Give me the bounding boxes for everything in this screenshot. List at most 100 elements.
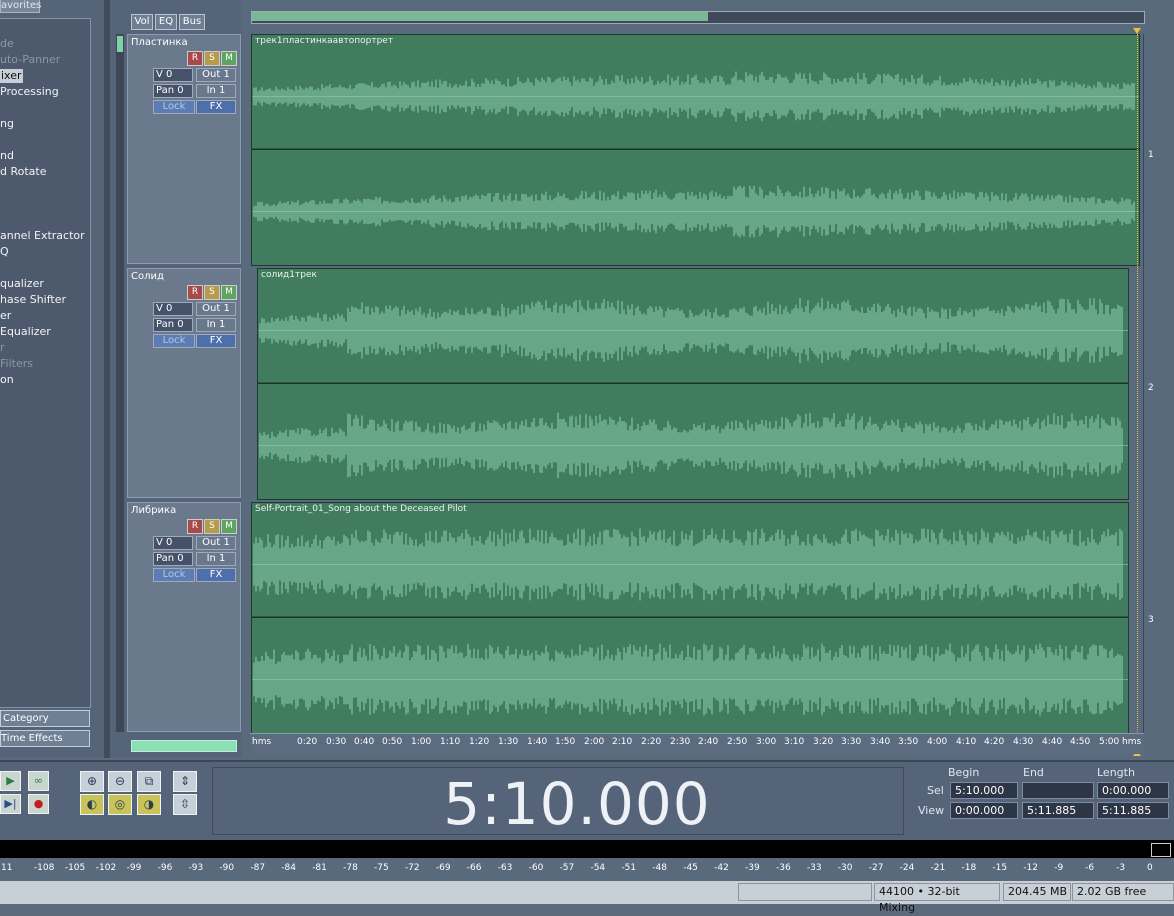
ruler-tick-label: 2:00 bbox=[584, 737, 605, 747]
effect-item[interactable]: ng bbox=[0, 117, 14, 131]
effect-item[interactable]: on bbox=[0, 373, 14, 387]
input-selector[interactable]: In 1 bbox=[196, 84, 236, 98]
record-arm-button[interactable]: R bbox=[187, 51, 203, 66]
audio-clip[interactable]: солид1трек bbox=[257, 268, 1129, 500]
skip-end-icon[interactable]: ▶| bbox=[0, 794, 21, 814]
track-number: 3 bbox=[1148, 615, 1154, 625]
zoom-in-vertical-icon[interactable]: ⇕ bbox=[173, 771, 197, 792]
sel-begin-field[interactable]: 5:10.000 bbox=[950, 782, 1018, 799]
waveform-channel bbox=[252, 643, 1128, 716]
zoom-selection-icon[interactable]: ◎ bbox=[108, 794, 132, 815]
zoom-left-icon[interactable]: ◐ bbox=[80, 794, 104, 815]
tab-bus[interactable]: Bus bbox=[179, 14, 205, 30]
ruler-tick-label: hms bbox=[252, 737, 272, 747]
effect-item[interactable]: Filters bbox=[0, 357, 33, 371]
effect-item[interactable]: d Rotate bbox=[0, 165, 47, 179]
zoom-out-vertical-icon[interactable]: ⇳ bbox=[173, 794, 197, 815]
clip-title: Self-Portrait_01_Song about the Deceased… bbox=[255, 504, 467, 514]
input-selector[interactable]: In 1 bbox=[196, 552, 236, 566]
effect-item[interactable]: hase Shifter bbox=[0, 293, 66, 307]
pan-control[interactable]: Pan 0 bbox=[153, 84, 193, 98]
ruler-tick-label: 5:00 bbox=[1099, 737, 1120, 747]
zoom-right-icon[interactable]: ◑ bbox=[137, 794, 161, 815]
effects-list[interactable]: de uto-Panner ixer Processing ng nd d Rotate an… bbox=[0, 18, 91, 708]
view-end-field[interactable]: 5:11.885 bbox=[1022, 802, 1094, 819]
fx-button[interactable]: FX bbox=[196, 100, 236, 114]
meter-tick-label: -87 bbox=[250, 863, 266, 873]
tab-vol[interactable]: Vol bbox=[131, 14, 153, 30]
effect-item[interactable]: Processing bbox=[0, 85, 59, 99]
solo-button[interactable]: S bbox=[204, 51, 220, 66]
mute-button[interactable]: M bbox=[221, 51, 237, 66]
meter-tick-label: -6 bbox=[1085, 863, 1095, 873]
peak-indicator[interactable] bbox=[1151, 843, 1171, 857]
lock-button[interactable]: Lock bbox=[153, 100, 195, 114]
zoom-out-icon[interactable]: ⊖ bbox=[108, 771, 132, 792]
view-label: View bbox=[918, 804, 945, 817]
sel-label: Sel bbox=[927, 784, 944, 797]
track-name[interactable]: Солид bbox=[131, 271, 164, 282]
zoom-full-icon[interactable]: ⧉ bbox=[137, 771, 161, 792]
track-scroll-thumb[interactable] bbox=[117, 36, 123, 52]
overview-visible-range[interactable] bbox=[252, 12, 708, 21]
ruler-tick-label: 0:40 bbox=[354, 737, 375, 747]
effect-item[interactable]: r bbox=[0, 341, 5, 355]
volume-control[interactable]: V 0 bbox=[153, 302, 193, 316]
fx-button[interactable]: FX bbox=[196, 334, 236, 348]
ruler-tick-label: 3:10 bbox=[784, 737, 805, 747]
effect-item[interactable]: Equalizer bbox=[0, 325, 51, 339]
view-begin-field[interactable]: 0:00.000 bbox=[950, 802, 1018, 819]
solo-button[interactable]: S bbox=[204, 285, 220, 300]
effect-item[interactable]: uto-Panner bbox=[0, 53, 60, 67]
zoom-in-icon[interactable]: ⊕ bbox=[80, 771, 104, 792]
input-selector[interactable]: In 1 bbox=[196, 318, 236, 332]
audio-clip[interactable]: трек1пластинкаавтопортрет bbox=[251, 34, 1140, 266]
favorites-tab[interactable]: avorites bbox=[0, 0, 41, 13]
ruler-tick-label: 1:50 bbox=[555, 737, 576, 747]
solo-button[interactable]: S bbox=[204, 519, 220, 534]
tab-eq[interactable]: EQ bbox=[155, 14, 177, 30]
playhead-marker-top[interactable] bbox=[1133, 28, 1141, 34]
status-blank-cell bbox=[738, 883, 872, 901]
sel-end-field[interactable] bbox=[1022, 782, 1094, 799]
track-scroll-strip[interactable] bbox=[116, 34, 124, 732]
effect-item[interactable]: ixer bbox=[0, 69, 23, 83]
output-selector[interactable]: Out 1 bbox=[196, 536, 236, 550]
meter-tick-label: -24 bbox=[899, 863, 915, 873]
effect-item[interactable]: qualizer bbox=[0, 277, 44, 291]
audio-clip[interactable]: Self-Portrait_01_Song about the Deceased… bbox=[251, 502, 1129, 734]
record-arm-button[interactable]: R bbox=[187, 285, 203, 300]
meter-tick-label: -42 bbox=[714, 863, 729, 873]
waveform-channel bbox=[258, 412, 1128, 479]
track-name[interactable]: Либрика bbox=[131, 505, 176, 516]
mute-button[interactable]: M bbox=[221, 519, 237, 534]
output-selector[interactable]: Out 1 bbox=[196, 302, 236, 316]
volume-control[interactable]: V 0 bbox=[153, 536, 193, 550]
view-length-field[interactable]: 5:11.885 bbox=[1097, 802, 1169, 819]
effect-item[interactable]: nd bbox=[0, 149, 14, 163]
effect-item[interactable]: er bbox=[0, 309, 11, 323]
track-name[interactable]: Пластинка bbox=[131, 37, 188, 48]
pan-control[interactable]: Pan 0 bbox=[153, 318, 193, 332]
waveform-channel bbox=[252, 71, 1139, 150]
category-button[interactable]: Category bbox=[0, 710, 90, 727]
time-effects-button[interactable]: Time Effects bbox=[0, 730, 90, 747]
fx-button[interactable]: FX bbox=[196, 568, 236, 582]
record-arm-button[interactable]: R bbox=[187, 519, 203, 534]
sel-length-field[interactable]: 0:00.000 bbox=[1097, 782, 1169, 799]
meter-tick-label: -30 bbox=[837, 863, 853, 873]
volume-control[interactable]: V 0 bbox=[153, 68, 193, 82]
status-sample-rate: 44100 • 32-bit Mixing bbox=[874, 883, 1000, 914]
output-selector[interactable]: Out 1 bbox=[196, 68, 236, 82]
mute-button[interactable]: M bbox=[221, 285, 237, 300]
effect-item[interactable]: annel Extractor bbox=[0, 229, 85, 243]
play-icon[interactable]: ▶ bbox=[0, 771, 21, 791]
lock-button[interactable]: Lock bbox=[153, 568, 195, 582]
loop-icon[interactable]: ∞ bbox=[28, 771, 49, 791]
lock-button[interactable]: Lock bbox=[153, 334, 195, 348]
effect-item[interactable]: Q bbox=[0, 245, 9, 259]
effect-item[interactable]: de bbox=[0, 37, 14, 51]
pan-control[interactable]: Pan 0 bbox=[153, 552, 193, 566]
record-icon[interactable]: ● bbox=[28, 794, 49, 814]
timeline-ruler[interactable]: hms 0:20 0:30 0:40 0:50 1:00 1:10 1:20 1:30 1:40 1… bbox=[250, 733, 1144, 754]
